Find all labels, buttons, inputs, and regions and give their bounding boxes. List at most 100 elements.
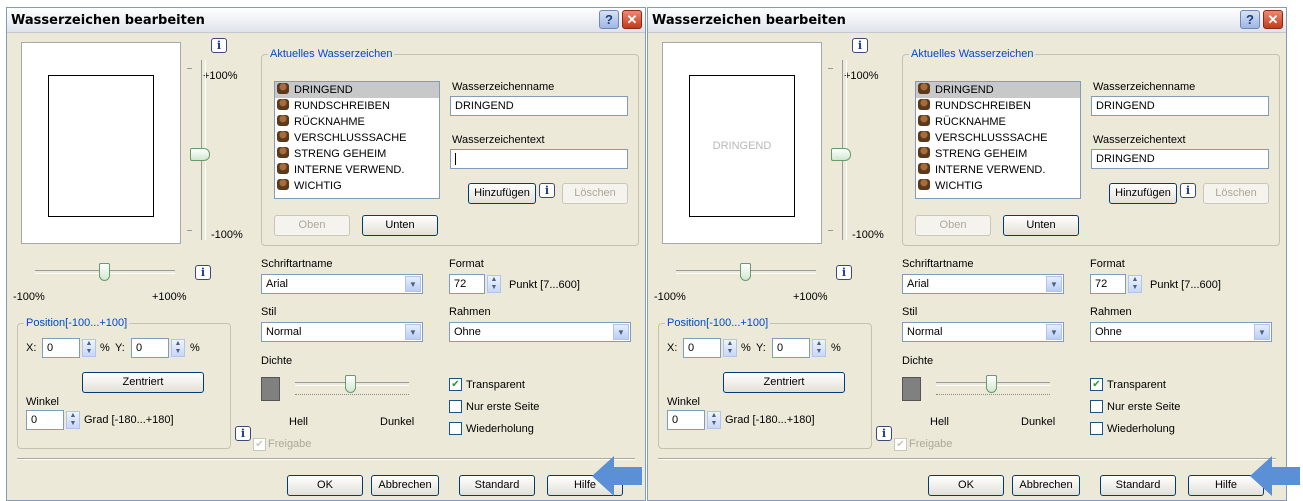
size-spinner[interactable]: ▲ ▼	[487, 275, 501, 293]
list-item[interactable]: DRINGEND	[275, 82, 439, 98]
chevron-down-icon[interactable]: ▼	[405, 324, 421, 340]
standard-button[interactable]: Standard	[1100, 475, 1176, 496]
x-spinner[interactable]: ▲ ▼	[723, 339, 737, 357]
frame-select[interactable]: Ohne ▼	[449, 322, 631, 342]
list-item[interactable]: STRENG GEHEIM	[275, 146, 439, 162]
angle-spinner[interactable]: ▲ ▼	[707, 411, 721, 429]
first-page-checkbox[interactable]	[449, 400, 462, 413]
info-icon[interactable]: i	[1180, 183, 1196, 198]
info-icon[interactable]: i	[211, 38, 227, 53]
release-checkbox[interactable]: ✔	[253, 438, 266, 451]
chevron-down-icon[interactable]: ▼	[613, 324, 629, 340]
density-thumb[interactable]	[986, 375, 997, 393]
info-icon[interactable]: i	[539, 183, 555, 198]
list-item[interactable]: RUNDSCHREIBEN	[916, 98, 1080, 114]
watermark-list[interactable]: DRINGEND RUNDSCHREIBEN RÜCKNAHME VERSCHLUSS…	[274, 81, 440, 199]
down-button[interactable]: Unten	[1003, 215, 1079, 236]
density-slider[interactable]	[936, 374, 1050, 400]
horizontal-position-slider[interactable]	[676, 262, 816, 286]
y-input[interactable]: 0	[772, 338, 810, 358]
text-input[interactable]	[450, 149, 628, 169]
list-item[interactable]: DRINGEND	[916, 82, 1080, 98]
x-input[interactable]: 0	[42, 338, 80, 358]
density-thumb[interactable]	[345, 375, 356, 393]
delete-button[interactable]: Löschen	[1203, 183, 1269, 204]
help-question-icon[interactable]: ?	[1240, 10, 1260, 29]
repeat-checkbox[interactable]	[449, 422, 462, 435]
close-icon[interactable]: ✕	[1263, 10, 1283, 29]
ok-button[interactable]: OK	[287, 475, 363, 496]
list-item[interactable]: RÜCKNAHME	[275, 114, 439, 130]
down-button[interactable]: Unten	[362, 215, 438, 236]
hslider-thumb[interactable]	[740, 263, 751, 281]
y-spinner[interactable]: ▲ ▼	[171, 339, 185, 357]
font-select[interactable]: Arial ▼	[261, 274, 423, 294]
info-icon[interactable]: i	[876, 426, 892, 441]
chevron-down-icon[interactable]: ▼	[1046, 324, 1062, 340]
horizontal-position-slider[interactable]	[35, 262, 175, 286]
list-item[interactable]: VERSCHLUSSSACHE	[275, 130, 439, 146]
style-select[interactable]: Normal ▼	[261, 322, 423, 342]
chevron-down-icon[interactable]: ▼	[405, 276, 421, 292]
hslider-thumb[interactable]	[99, 263, 110, 281]
y-spinner[interactable]: ▲ ▼	[812, 339, 826, 357]
y-input[interactable]: 0	[131, 338, 169, 358]
current-watermark-group: Aktuelles Wasserzeichen DRINGEND RUNDSCHR…	[261, 48, 639, 246]
density-color-swatch[interactable]	[902, 377, 921, 401]
list-item[interactable]: INTERNE VERWEND.	[275, 162, 439, 178]
transparent-checkbox[interactable]: ✔	[1090, 378, 1103, 391]
name-input[interactable]: DRINGEND	[450, 96, 628, 116]
density-color-swatch[interactable]	[261, 377, 280, 401]
vslider-thumb[interactable]	[190, 148, 210, 161]
font-select[interactable]: Arial ▼	[902, 274, 1064, 294]
first-page-checkbox[interactable]	[1090, 400, 1103, 413]
list-item[interactable]: WICHTIG	[275, 178, 439, 194]
vertical-position-slider[interactable]	[828, 60, 858, 240]
cancel-button[interactable]: Abbrechen	[1012, 475, 1080, 496]
repeat-checkbox[interactable]	[1090, 422, 1103, 435]
transparent-checkbox[interactable]: ✔	[449, 378, 462, 391]
ok-button[interactable]: OK	[928, 475, 1004, 496]
density-slider[interactable]	[295, 374, 409, 400]
info-icon[interactable]: i	[235, 426, 251, 441]
angle-input[interactable]: 0	[667, 410, 705, 430]
list-item[interactable]: RÜCKNAHME	[916, 114, 1080, 130]
size-spinner[interactable]: ▲ ▼	[1128, 275, 1142, 293]
frame-select[interactable]: Ohne ▼	[1090, 322, 1272, 342]
style-select[interactable]: Normal ▼	[902, 322, 1064, 342]
up-button[interactable]: Oben	[915, 215, 991, 236]
current-watermark-label: Aktuelles Wasserzeichen	[909, 48, 1036, 60]
chevron-down-icon[interactable]: ▼	[1046, 276, 1062, 292]
angle-input[interactable]: 0	[26, 410, 64, 430]
chevron-down-icon[interactable]: ▼	[1254, 324, 1270, 340]
x-input[interactable]: 0	[683, 338, 721, 358]
center-button[interactable]: Zentriert	[723, 372, 845, 393]
size-input[interactable]: 72	[449, 274, 485, 294]
size-input[interactable]: 72	[1090, 274, 1126, 294]
name-input[interactable]: DRINGEND	[1091, 96, 1269, 116]
list-item[interactable]: VERSCHLUSSSACHE	[916, 130, 1080, 146]
info-icon[interactable]: i	[836, 265, 852, 280]
info-icon[interactable]: i	[852, 38, 868, 53]
list-item[interactable]: INTERNE VERWEND.	[916, 162, 1080, 178]
add-button[interactable]: Hinzufügen	[1109, 183, 1177, 204]
angle-spinner[interactable]: ▲ ▼	[66, 411, 80, 429]
x-spinner[interactable]: ▲ ▼	[82, 339, 96, 357]
standard-button[interactable]: Standard	[459, 475, 535, 496]
vertical-position-slider[interactable]	[187, 60, 217, 240]
list-item[interactable]: RUNDSCHREIBEN	[275, 98, 439, 114]
help-question-icon[interactable]: ?	[599, 10, 619, 29]
list-item[interactable]: WICHTIG	[916, 178, 1080, 194]
release-checkbox[interactable]: ✔	[894, 438, 907, 451]
info-icon[interactable]: i	[195, 265, 211, 280]
delete-button[interactable]: Löschen	[562, 183, 628, 204]
vslider-thumb[interactable]	[831, 148, 851, 161]
up-button[interactable]: Oben	[274, 215, 350, 236]
cancel-button[interactable]: Abbrechen	[371, 475, 439, 496]
center-button[interactable]: Zentriert	[82, 372, 204, 393]
text-input[interactable]: DRINGEND	[1091, 149, 1269, 169]
close-icon[interactable]: ✕	[622, 10, 642, 29]
watermark-list[interactable]: DRINGEND RUNDSCHREIBEN RÜCKNAHME VERSCHLUSS…	[915, 81, 1081, 199]
list-item[interactable]: STRENG GEHEIM	[916, 146, 1080, 162]
add-button[interactable]: Hinzufügen	[468, 183, 536, 204]
